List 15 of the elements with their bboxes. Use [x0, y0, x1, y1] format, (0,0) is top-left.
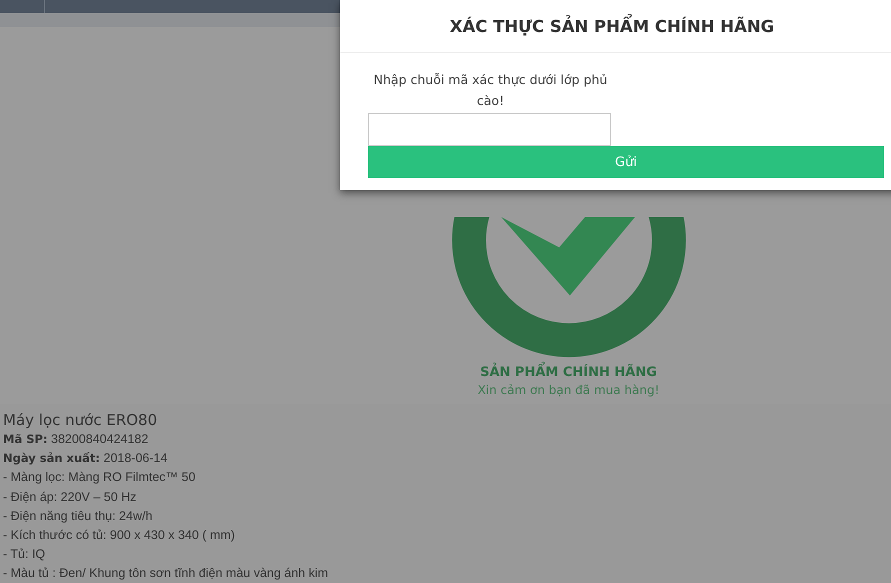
spec-line: - Tủ: IQ	[3, 546, 46, 564]
spec-line: - Điện áp: 220V – 50 Hz	[3, 488, 138, 506]
product-field: Mã SP: 38200840424182	[3, 430, 888, 450]
result-title: SẢN PHẨM CHÍNH HÃNG	[480, 364, 657, 382]
product-field: Ngày sản xuất: 2018-06-14	[3, 449, 888, 468]
modal-title: XÁC THỰC SẢN PHẨM CHÍNH HÃNG	[450, 16, 774, 36]
spec-line: - Điện năng tiêu thụ: 24w/h	[3, 508, 154, 525]
result-subtitle: Xin cảm ơn bạn đã mua hàng!	[478, 382, 660, 398]
spec-line: - Kích thước có tủ: 900 x 430 x 340 ( mm)	[3, 527, 236, 544]
submit-button[interactable]: Gửi	[368, 146, 884, 178]
spec-line: - Màu tủ : Đen/ Khung tôn sơn tĩnh điện màu vàng ánh kim	[3, 565, 330, 582]
product-name: Máy lọc nước ERO80	[3, 410, 158, 430]
prompt-text: Nhập chuỗi mã xác thực dưới lớp phủ cào!	[372, 71, 608, 110]
spec-line: - Màng lọc: Màng RO Filmtec™ 50	[3, 469, 196, 486]
code-input-field[interactable]	[368, 113, 611, 146]
